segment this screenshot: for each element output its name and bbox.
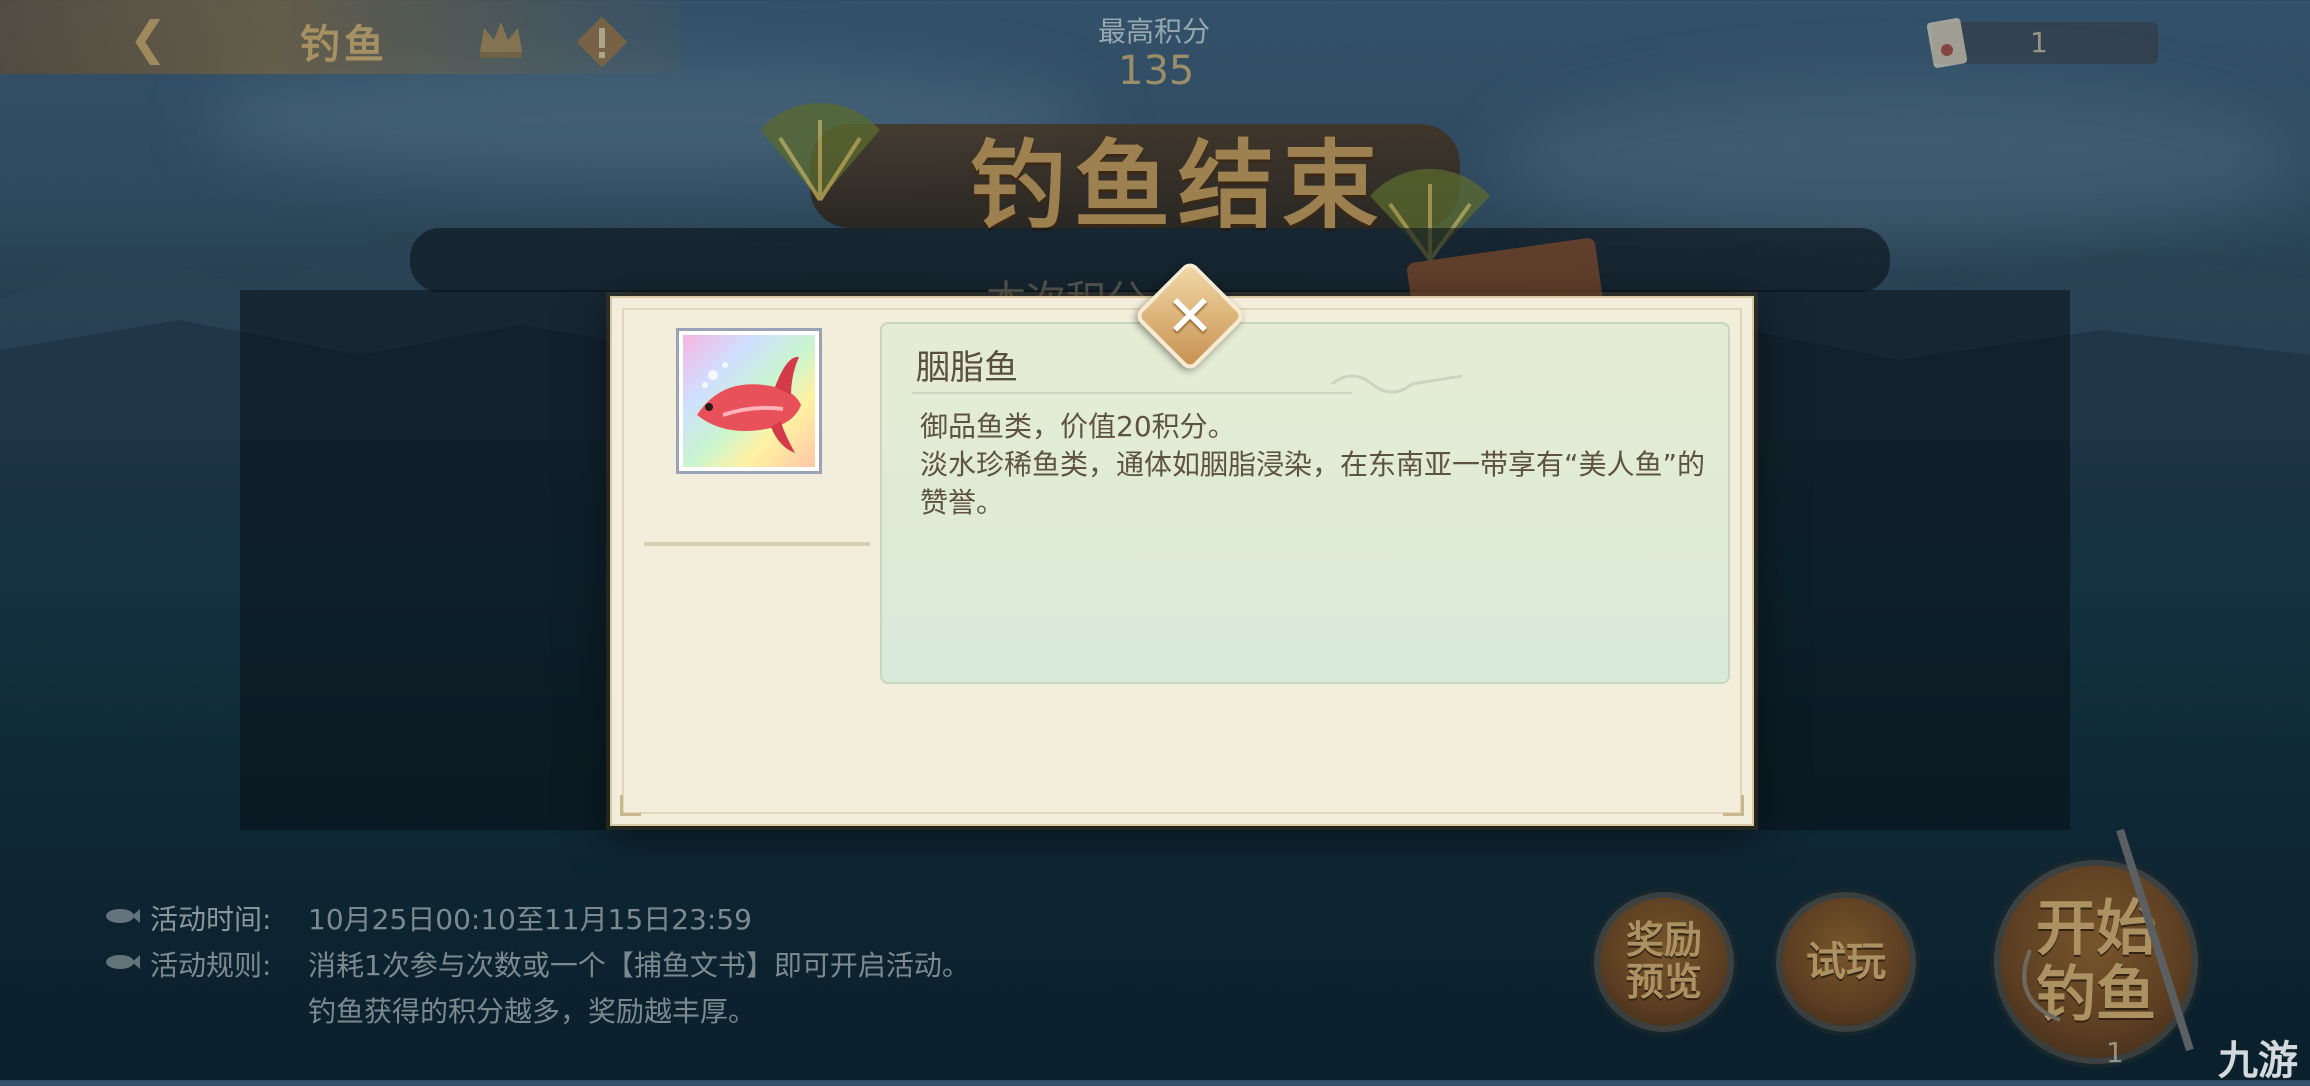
fish-item-background bbox=[683, 335, 815, 467]
fish-info-dialog: 胭脂鱼 御品鱼类，价值20积分。 淡水珍稀鱼类，通体如胭脂浸染，在东南亚一带享有… bbox=[610, 296, 1754, 826]
reward-preview-button[interactable]: 奖励预览 bbox=[1594, 892, 1734, 1032]
cloud-swirl-decoration bbox=[1331, 374, 1462, 394]
activity-rule-value-1: 消耗1次参与次数或一个【捕鱼文书】即可开启活动。 bbox=[308, 949, 970, 982]
trial-button[interactable]: 试玩 bbox=[1776, 892, 1916, 1032]
activity-rule-label: 活动规则: bbox=[150, 949, 272, 982]
result-title: 钓鱼结束 bbox=[970, 130, 1386, 242]
crown-icon[interactable] bbox=[474, 14, 528, 62]
fishing-rod-icon bbox=[2022, 828, 2194, 1052]
dialog-corner bbox=[620, 795, 641, 816]
fish-name: 胭脂鱼 bbox=[916, 348, 1018, 388]
scroll-ticket-icon bbox=[1926, 18, 1968, 68]
fish-icon bbox=[697, 356, 801, 453]
activity-rule-value-2: 钓鱼获得的积分越多，奖励越丰厚。 bbox=[308, 995, 757, 1028]
left-divider bbox=[644, 542, 870, 546]
high-score-value: 135 bbox=[1118, 48, 1195, 94]
activity-time-label: 活动时间: bbox=[150, 903, 272, 936]
fish-item-frame bbox=[676, 328, 822, 474]
trial-label: 试玩 bbox=[1806, 939, 1886, 985]
title-underline bbox=[912, 392, 1352, 394]
fish-bullet-icon bbox=[106, 909, 140, 923]
reward-preview-label: 奖励预览 bbox=[1626, 918, 1703, 1004]
description-line-1: 御品鱼类，价值20积分。 bbox=[920, 410, 1236, 443]
fan-icon bbox=[760, 102, 880, 202]
fish-description: 御品鱼类，价值20积分。 淡水珍稀鱼类，通体如胭脂浸染，在东南亚一带享有“美人鱼… bbox=[920, 408, 1710, 522]
back-button[interactable]: ❮ bbox=[120, 10, 176, 66]
description-line-2: 淡水珍稀鱼类，通体如胭脂浸染，在东南亚一带享有“美人鱼”的赞誉。 bbox=[920, 448, 1706, 519]
activity-time: 活动时间: bbox=[150, 898, 271, 938]
fish-bullet-icon bbox=[106, 955, 140, 969]
activity-time-value: 10月25日00:10至11月15日23:59 bbox=[308, 903, 752, 936]
ticket-count: 1 bbox=[2030, 26, 2048, 59]
dialog-corner bbox=[1723, 795, 1744, 816]
watermark: 九游 bbox=[2218, 1038, 2298, 1084]
page-title: 钓鱼 bbox=[300, 22, 388, 68]
fish-description-panel: 胭脂鱼 御品鱼类，价值20积分。 淡水珍稀鱼类，通体如胭脂浸染，在东南亚一带享有… bbox=[880, 322, 1730, 684]
high-score-label: 最高积分 bbox=[1098, 15, 1211, 48]
alert-icon[interactable] bbox=[572, 12, 632, 72]
start-ticket-count: 1 bbox=[2106, 1036, 2124, 1069]
close-icon[interactable]: ✕ bbox=[1150, 276, 1230, 356]
